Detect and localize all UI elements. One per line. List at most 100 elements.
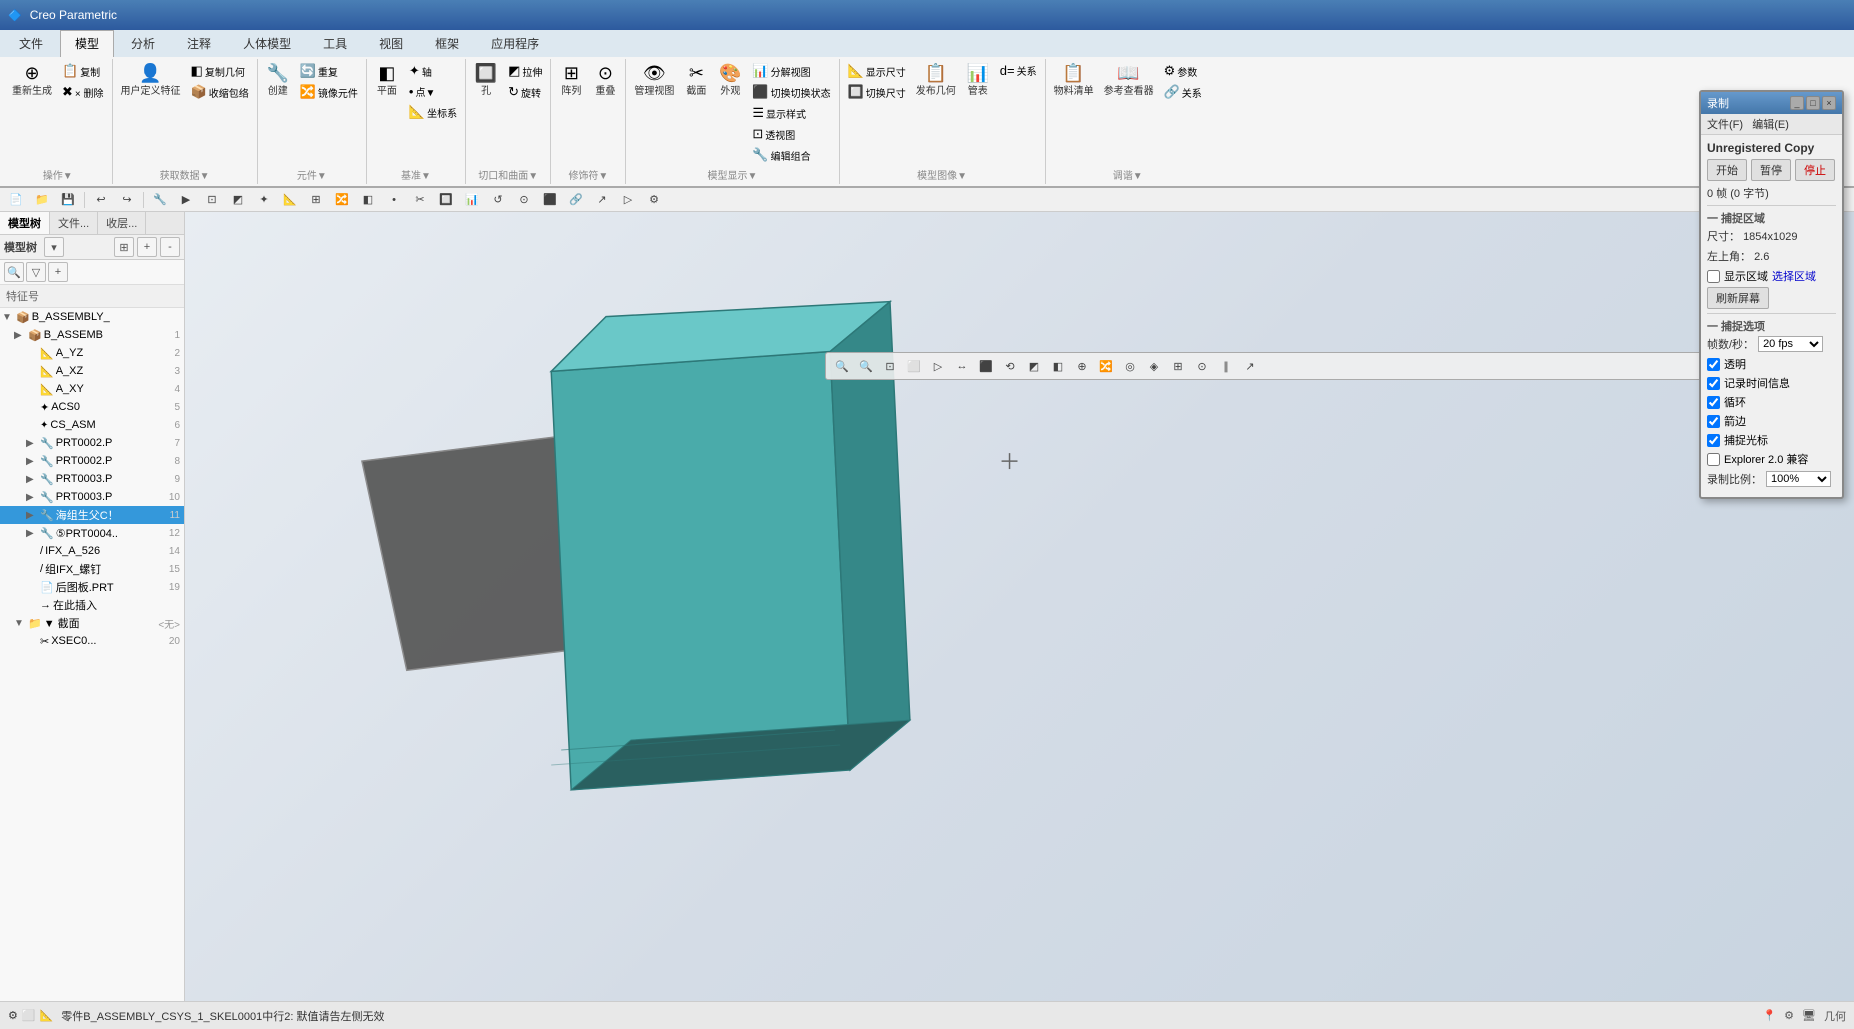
- copy-btn[interactable]: 📋 复制: [58, 61, 108, 81]
- axis-btn[interactable]: ✦ 轴: [405, 61, 461, 81]
- explorer-checkbox[interactable]: [1707, 453, 1720, 466]
- open-btn[interactable]: 📁: [31, 189, 53, 211]
- small-btn12[interactable]: 🔲: [435, 189, 457, 211]
- small-btn5[interactable]: ✦: [253, 189, 275, 211]
- user-feature-btn[interactable]: 👤 用户定义特征: [117, 61, 185, 100]
- view-btn9[interactable]: 🔀: [1095, 355, 1117, 377]
- pause-btn[interactable]: 暂停: [1751, 159, 1791, 181]
- transparent-checkbox[interactable]: [1707, 358, 1720, 371]
- dialog-close-btn[interactable]: ×: [1822, 96, 1836, 110]
- viewport[interactable]: 🔍 🔍 ⊡ ⬜ ▷ ↔ ⬛ ⟲ ◩ ◧ ⊕ 🔀 ◎ ◈ ⊞ ⊙ ∥ ↗: [185, 212, 1854, 1029]
- plane-btn[interactable]: ◧ 平面: [371, 61, 403, 100]
- hole-btn[interactable]: 🔲 孔: [470, 61, 502, 100]
- clear-screen-btn[interactable]: 刷新屏幕: [1707, 287, 1769, 309]
- array-btn[interactable]: ⊞ 阵列: [555, 61, 587, 100]
- tree-item-cs-asm[interactable]: ✦ CS_ASM 6: [0, 416, 184, 434]
- appearance-btn[interactable]: 🎨 外观: [714, 61, 746, 100]
- show-size-btn[interactable]: 📐 显示尺寸: [844, 61, 910, 81]
- small-btn19[interactable]: ▷: [617, 189, 639, 211]
- new-btn[interactable]: 📄: [5, 189, 27, 211]
- small-btn10[interactable]: •: [383, 189, 405, 211]
- view-btn1[interactable]: ⬜: [903, 355, 925, 377]
- tree-item-prt0004[interactable]: ▶ 🔧 ⑤PRT0004.. 12: [0, 524, 184, 542]
- view-btn13[interactable]: ⊙: [1191, 355, 1213, 377]
- mirror-component-btn[interactable]: 🔀 镜像元件: [296, 82, 362, 102]
- overlap-btn[interactable]: ⊙ 重叠: [589, 61, 621, 100]
- border-checkbox[interactable]: [1707, 415, 1720, 428]
- small-btn6[interactable]: 📐: [279, 189, 301, 211]
- tree-collapse-btn[interactable]: -: [160, 237, 180, 257]
- copy-geo-btn[interactable]: ◧ 复制几何: [187, 61, 253, 81]
- cursor-checkbox[interactable]: [1707, 434, 1720, 447]
- panel-tab-file[interactable]: 文件...: [50, 212, 98, 234]
- small-btn4[interactable]: ◩: [227, 189, 249, 211]
- delete-btn[interactable]: ✖ × 删除: [58, 82, 108, 102]
- tab-frame[interactable]: 框架: [420, 30, 474, 57]
- extrude-btn[interactable]: ◩ 拉伸: [504, 61, 546, 81]
- tab-tools[interactable]: 工具: [308, 30, 362, 57]
- view-btn10[interactable]: ◎: [1119, 355, 1141, 377]
- view-btn14[interactable]: ∥: [1215, 355, 1237, 377]
- small-btn9[interactable]: ◧: [357, 189, 379, 211]
- save-btn[interactable]: 💾: [57, 189, 79, 211]
- tree-item-ifx[interactable]: / IFX_A_526 14: [0, 542, 184, 560]
- tree-expand-btn[interactable]: +: [137, 237, 157, 257]
- tree-item-xsec00[interactable]: ✂ XSEC0... 20: [0, 632, 184, 650]
- assemble-btn[interactable]: 🔧 创建: [262, 61, 294, 100]
- dialog-menu-file[interactable]: 文件(F): [1707, 119, 1743, 131]
- view-btn7[interactable]: ◧: [1047, 355, 1069, 377]
- small-btn2[interactable]: ▶: [175, 189, 197, 211]
- tree-item-prt0002-1[interactable]: ▶ 🔧 PRT0002.P 7: [0, 434, 184, 452]
- params-btn[interactable]: ⚙ 参数: [1160, 61, 1206, 81]
- tree-item-b-assemb[interactable]: ▶ 📦 B_ASSEMB 1: [0, 326, 184, 344]
- small-btn20[interactable]: ⚙: [643, 189, 665, 211]
- dialog-menu-edit[interactable]: 编辑(E): [1752, 119, 1789, 131]
- zoom-in-btn[interactable]: 🔍: [831, 355, 853, 377]
- tree-item-prt0003-1[interactable]: ▶ 🔧 PRT0003.P 9: [0, 470, 184, 488]
- small-btn16[interactable]: ⬛: [539, 189, 561, 211]
- select-area-label[interactable]: 选择区域: [1772, 268, 1816, 284]
- tree-item-prt0003-2[interactable]: ▶ 🔧 PRT0003.P 10: [0, 488, 184, 506]
- small-btn7[interactable]: ⊞: [305, 189, 327, 211]
- zoom-fit-btn[interactable]: ⊡: [879, 355, 901, 377]
- view-btn11[interactable]: ◈: [1143, 355, 1165, 377]
- tree-config-btn[interactable]: ⊞: [114, 237, 134, 257]
- toggle-state-btn[interactable]: ⬛ 切换切换状态: [748, 82, 834, 102]
- filter-btn[interactable]: ▽: [26, 262, 46, 282]
- loop-checkbox[interactable]: [1707, 396, 1720, 409]
- dialog-minimize-btn[interactable]: _: [1790, 96, 1804, 110]
- switch-size-btn[interactable]: 🔲 切换尺寸: [844, 82, 910, 102]
- tab-analysis[interactable]: 分析: [116, 30, 170, 57]
- small-btn17[interactable]: 🔗: [565, 189, 587, 211]
- tree-item-a-xy[interactable]: 📐 A_XY 4: [0, 380, 184, 398]
- undo-btn[interactable]: ↩: [90, 189, 112, 211]
- explode-btn[interactable]: 📊 分解视图: [748, 61, 834, 81]
- small-btn1[interactable]: 🔧: [149, 189, 171, 211]
- small-btn8[interactable]: 🔀: [331, 189, 353, 211]
- tab-file[interactable]: 文件: [4, 30, 58, 57]
- tree-item-jiemian[interactable]: ▼ 📁 ▼ 截面 <无>: [0, 614, 184, 632]
- tab-human-model[interactable]: 人体模型: [228, 30, 306, 57]
- start-btn[interactable]: 开始: [1707, 159, 1747, 181]
- display-style-btn[interactable]: ☰ 显示样式: [748, 103, 834, 123]
- view-btn4[interactable]: ⬛: [975, 355, 997, 377]
- perspective-btn[interactable]: ⊡ 透视图: [748, 124, 834, 144]
- small-btn14[interactable]: ↺: [487, 189, 509, 211]
- dialog-maximize-btn[interactable]: □: [1806, 96, 1820, 110]
- small-btn13[interactable]: 📊: [461, 189, 483, 211]
- ratio-select[interactable]: 100% 75% 50%: [1766, 471, 1831, 487]
- view-btn2[interactable]: ▷: [927, 355, 949, 377]
- tab-view[interactable]: 视图: [364, 30, 418, 57]
- tree-item-houmian[interactable]: 📄 后图板.PRT 19: [0, 578, 184, 596]
- view-btn8[interactable]: ⊕: [1071, 355, 1093, 377]
- tree-item-prt0002-2[interactable]: ▶ 🔧 PRT0002.P 8: [0, 452, 184, 470]
- regenerate-btn[interactable]: ⊕ 重新生成: [8, 61, 56, 100]
- search-btn[interactable]: 🔍: [4, 262, 24, 282]
- panel-tab-model-tree[interactable]: 模型树: [0, 212, 50, 234]
- shrink-wrap-btn[interactable]: 📦 收缩包络: [187, 82, 253, 102]
- stop-btn[interactable]: 停止: [1795, 159, 1835, 181]
- small-btn11[interactable]: ✂: [409, 189, 431, 211]
- view-btn3[interactable]: ↔: [951, 355, 973, 377]
- tab-annotate[interactable]: 注释: [172, 30, 226, 57]
- tree-item-insert[interactable]: → 在此插入: [0, 596, 184, 614]
